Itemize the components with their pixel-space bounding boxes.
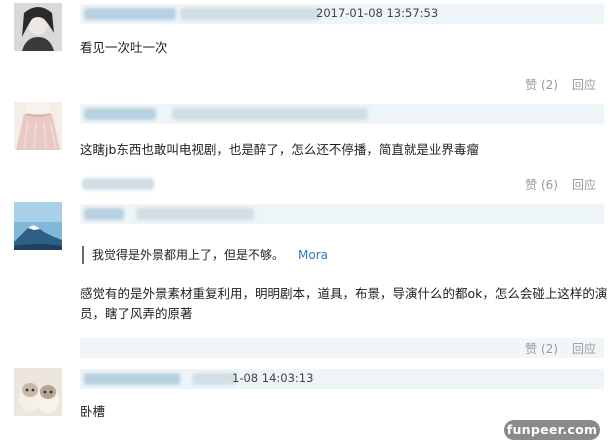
like-label: 赞: [525, 178, 538, 192]
quote-author-link[interactable]: Mora: [298, 248, 328, 262]
avatar[interactable]: [14, 202, 62, 250]
comment-text: 感觉有的是外景素材重复利用，明明剧本，道具，布景，导演什么的都ok，怎么会碰上这…: [80, 284, 607, 324]
like-label: 赞: [525, 342, 538, 356]
blurred-text: [180, 8, 320, 20]
like-button[interactable]: 赞 (2): [525, 78, 558, 92]
reply-button[interactable]: 回应: [572, 342, 596, 356]
blurred-text: [136, 208, 254, 220]
comment-text: 这瞎jb东西也敢叫电视剧，也是醉了，怎么还不停播，简直就是业界毒瘤: [80, 142, 479, 157]
blurred-text: [172, 108, 368, 120]
comment-meta: [80, 204, 604, 224]
comment-meta: [80, 104, 604, 124]
like-button[interactable]: 赞 (2): [525, 342, 558, 356]
username-blurred[interactable]: [84, 208, 124, 220]
comment-text-line: 员，瞎了风弄的原著: [80, 306, 193, 321]
comment-actions: 赞 (2) 回应: [80, 74, 604, 94]
like-label: 赞: [525, 78, 538, 92]
comment-text: 卧槽: [80, 404, 106, 419]
comment-meta: 2017-01-08 13:57:53: [80, 4, 604, 24]
actions-group: 赞 (6) 回应: [525, 176, 596, 193]
actions-group: 赞 (2) 回应: [525, 340, 596, 357]
username-blurred[interactable]: [84, 373, 180, 385]
avatar-image: [14, 3, 62, 51]
watermark: funpeer.com: [504, 420, 600, 440]
like-count: (2): [540, 78, 558, 92]
avatar-image: [14, 102, 62, 150]
comment-text-line: 感觉有的是外景素材重复利用，明明剧本，道具，布景，导演什么的都ok，怎么会碰上这…: [80, 286, 608, 301]
actions-group: 赞 (2) 回应: [525, 76, 596, 93]
blurred-text: [82, 178, 154, 190]
comment-timestamp: 2017-01-08 13:57:53: [316, 6, 439, 20]
comment-timestamp: 1-08 14:03:13: [232, 371, 314, 385]
like-count: (2): [540, 342, 558, 356]
like-button[interactable]: 赞 (6): [525, 178, 558, 192]
avatar-image: [14, 202, 62, 250]
avatar[interactable]: [14, 102, 62, 150]
username-blurred[interactable]: [84, 108, 156, 120]
blurred-text: [192, 373, 236, 385]
comment-item: 我觉得是外景都用上了，但是不够。 Mora 感觉有的是外景素材重复利用，明明剧本，…: [0, 196, 612, 360]
avatar-image: [14, 368, 62, 416]
reply-button[interactable]: 回应: [572, 178, 596, 192]
comment-actions: 赞 (2) 回应: [80, 338, 604, 358]
quote-text: 我觉得是外景都用上了，但是不够。: [92, 248, 285, 262]
reply-button[interactable]: 回应: [572, 78, 596, 92]
comment-item: 2017-01-08 13:57:53 看见一次吐一次 赞 (2) 回应: [0, 0, 612, 100]
quoted-comment: 我觉得是外景都用上了，但是不够。 Mora: [82, 246, 328, 264]
comment-meta: 1-08 14:03:13: [80, 369, 604, 389]
avatar[interactable]: [14, 368, 62, 416]
comment-text: 看见一次吐一次: [80, 40, 168, 55]
comment-actions: 赞 (6) 回应: [80, 174, 604, 194]
username-blurred[interactable]: [84, 8, 176, 20]
avatar[interactable]: [14, 3, 62, 51]
like-count: (6): [540, 178, 558, 192]
comment-item: 这瞎jb东西也敢叫电视剧，也是醉了，怎么还不停播，简直就是业界毒瘤 赞 (6) 回…: [0, 100, 612, 196]
